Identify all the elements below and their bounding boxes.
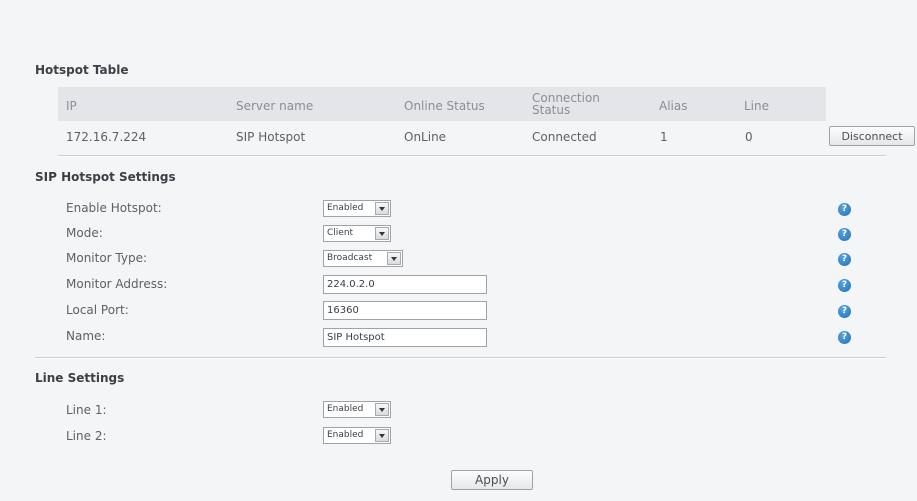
help-icon[interactable]: ? xyxy=(838,228,851,241)
cell-ip: 172.16.7.224 xyxy=(66,130,147,144)
monitor-type-value: Broadcast xyxy=(327,253,373,263)
section-divider xyxy=(58,155,886,157)
chevron-down-icon[interactable] xyxy=(375,403,389,416)
cell-server-name: SIP Hotspot xyxy=(236,130,306,144)
local-port-input[interactable]: 16360 xyxy=(323,301,487,320)
column-header-alias: Alias xyxy=(659,99,688,113)
cell-alias: 1 xyxy=(660,130,668,144)
help-icon[interactable]: ? xyxy=(838,305,851,318)
column-header-line: Line xyxy=(744,99,770,113)
section-divider xyxy=(35,357,886,359)
chevron-down-icon[interactable] xyxy=(387,252,401,265)
mode-select[interactable]: Client xyxy=(323,225,391,242)
line1-select[interactable]: Enabled xyxy=(323,401,391,418)
cell-connection-status: Connected xyxy=(532,130,597,144)
line2-select[interactable]: Enabled xyxy=(323,427,391,444)
enable-hotspot-label: Enable Hotspot: xyxy=(66,201,162,215)
apply-button[interactable]: Apply xyxy=(451,470,533,490)
line2-value: Enabled xyxy=(327,430,364,440)
monitor-address-input[interactable]: 224.0.2.0 xyxy=(323,275,487,294)
monitor-type-label: Monitor Type: xyxy=(66,251,148,265)
line1-value: Enabled xyxy=(327,404,364,414)
hotspot-table-title: Hotspot Table xyxy=(35,63,129,77)
line1-label: Line 1: xyxy=(66,403,107,417)
mode-value: Client xyxy=(327,228,354,238)
column-header-online-status: Online Status xyxy=(404,99,485,113)
column-header-server-name: Server name xyxy=(236,99,314,113)
monitor-address-label: Monitor Address: xyxy=(66,277,168,291)
chevron-down-icon[interactable] xyxy=(375,429,389,442)
sip-hotspot-settings-title: SIP Hotspot Settings xyxy=(35,170,176,184)
enable-hotspot-value: Enabled xyxy=(327,203,364,213)
enable-hotspot-select[interactable]: Enabled xyxy=(323,200,391,217)
cell-online-status: OnLine xyxy=(404,130,447,144)
help-icon[interactable]: ? xyxy=(838,331,851,344)
help-icon[interactable]: ? xyxy=(838,253,851,266)
help-icon[interactable]: ? xyxy=(838,279,851,292)
name-input[interactable]: SIP Hotspot xyxy=(323,328,487,347)
chevron-down-icon[interactable] xyxy=(375,227,389,240)
help-icon[interactable]: ? xyxy=(838,203,851,216)
disconnect-button[interactable]: Disconnect xyxy=(829,126,915,146)
line2-label: Line 2: xyxy=(66,429,107,443)
line-settings-title: Line Settings xyxy=(35,371,125,385)
cell-line: 0 xyxy=(745,130,753,144)
monitor-type-select[interactable]: Broadcast xyxy=(323,250,403,267)
local-port-label: Local Port: xyxy=(66,303,129,317)
column-header-ip: IP xyxy=(66,99,77,113)
chevron-down-icon[interactable] xyxy=(375,202,389,215)
column-header-connection-status: Connection Status xyxy=(532,91,600,117)
name-label: Name: xyxy=(66,329,106,343)
mode-label: Mode: xyxy=(66,226,103,240)
